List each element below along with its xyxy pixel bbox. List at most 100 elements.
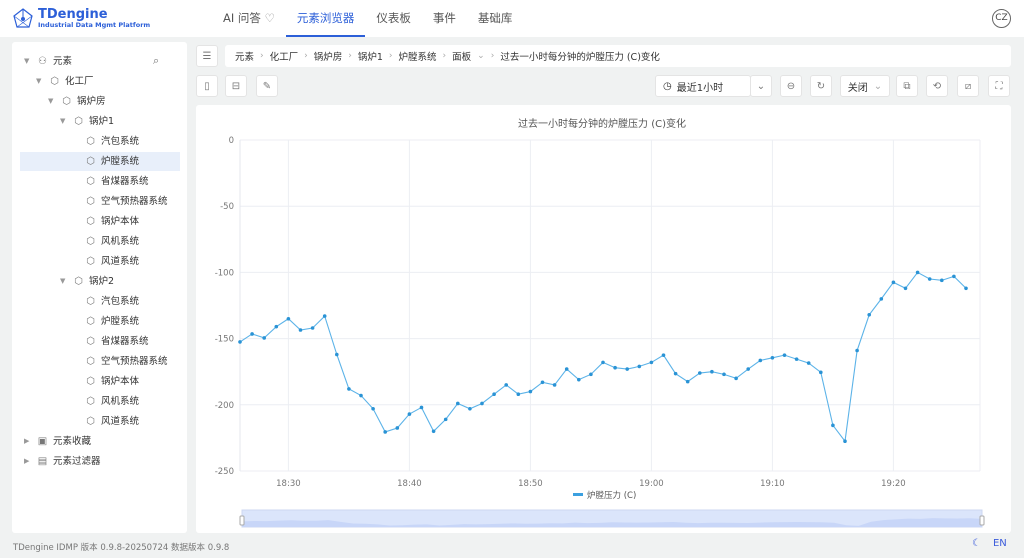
tree-item[interactable]: ⬡ 风道系统 — [85, 412, 139, 431]
breadcrumb-item[interactable]: 元素 — [235, 49, 254, 63]
data-point[interactable] — [806, 361, 811, 365]
tree-item[interactable]: ▼ ⬡ 锅炉2 — [60, 272, 114, 291]
notes-button[interactable]: ▯ — [196, 75, 218, 97]
user-avatar[interactable]: CZ — [992, 9, 1011, 28]
breadcrumb-item[interactable]: 锅炉1 — [358, 49, 383, 63]
data-zoom-slider[interactable] — [239, 509, 985, 528]
edit-button[interactable]: ✎ — [256, 75, 278, 97]
data-point[interactable] — [613, 365, 617, 370]
tree-item[interactable]: ⬡ 炉膛系统 — [85, 312, 139, 331]
data-point[interactable] — [480, 401, 484, 406]
search-icon[interactable]: ⌕ — [153, 54, 159, 68]
panel-button[interactable]: ⧉ — [896, 75, 918, 97]
data-point[interactable] — [419, 405, 424, 410]
data-point[interactable] — [661, 353, 666, 357]
dark-mode-icon[interactable]: ☾ — [972, 538, 981, 549]
data-point[interactable] — [649, 360, 654, 365]
breadcrumb-item[interactable]: 炉膛系统 — [399, 49, 437, 63]
data-point[interactable] — [335, 352, 339, 357]
data-point[interactable] — [407, 412, 412, 416]
data-point[interactable] — [431, 429, 436, 434]
tree-item[interactable]: ⬡ 汽包系统 — [85, 132, 139, 151]
data-point[interactable] — [371, 406, 375, 411]
data-point[interactable] — [492, 392, 496, 397]
breadcrumb-item[interactable]: 面板 — [452, 49, 471, 63]
data-point[interactable] — [698, 371, 702, 375]
data-point[interactable] — [540, 380, 545, 385]
legend[interactable]: 炉膛压力 (C) — [573, 490, 636, 501]
tree-favorites[interactable]: ▶ ▣ 元素收藏 — [24, 432, 91, 451]
data-point[interactable] — [552, 383, 557, 387]
data-point[interactable] — [794, 357, 799, 361]
tree-filters[interactable]: ▶ ▤ 元素过滤器 — [24, 452, 101, 471]
data-point[interactable] — [274, 324, 279, 329]
data-point[interactable] — [395, 426, 400, 430]
nav-ai-qa[interactable]: AI 问答 ♡ — [212, 0, 286, 37]
tree-item[interactable]: ▼ ⬡ 化工厂 — [36, 72, 94, 91]
data-point[interactable] — [250, 332, 254, 336]
fullscreen-button[interactable]: ⛶ — [988, 75, 1010, 97]
data-point[interactable] — [782, 353, 787, 357]
language-switch[interactable]: EN — [993, 538, 1007, 549]
data-zoom-handle-right[interactable] — [979, 515, 985, 526]
data-point[interactable] — [359, 393, 363, 398]
tree-root[interactable]: ▼ ⚇ 元素 — [24, 52, 174, 71]
time-range-dropdown[interactable]: ⌄ — [750, 75, 772, 97]
data-point[interactable] — [903, 286, 908, 291]
data-point[interactable] — [891, 280, 896, 285]
data-point[interactable] — [262, 336, 266, 340]
data-zoom-handle-left[interactable] — [239, 515, 245, 526]
data-point[interactable] — [940, 278, 944, 283]
data-point[interactable] — [322, 314, 327, 318]
tree-item[interactable]: ⬡ 空气预热器系统 — [85, 192, 167, 211]
data-point[interactable] — [685, 379, 690, 384]
data-point[interactable] — [915, 270, 920, 275]
data-point[interactable] — [734, 376, 738, 381]
data-point[interactable] — [855, 348, 859, 353]
data-point[interactable] — [456, 401, 460, 406]
data-point[interactable] — [722, 372, 726, 377]
data-point[interactable] — [927, 277, 932, 281]
data-point[interactable] — [831, 423, 835, 428]
data-point[interactable] — [564, 367, 569, 371]
data-point[interactable] — [468, 406, 472, 411]
data-point[interactable] — [577, 377, 581, 382]
nav-element-browser[interactable]: 元素浏览器 — [285, 0, 366, 37]
data-point[interactable] — [298, 328, 303, 332]
data-point[interactable] — [867, 312, 871, 317]
data-point[interactable] — [528, 389, 533, 394]
tree-item[interactable]: ⬡ 风机系统 — [85, 232, 139, 251]
breadcrumb-item[interactable]: 化工厂 — [270, 49, 299, 63]
tree-item[interactable]: ▼ ⬡ 锅炉房 — [48, 92, 106, 111]
zoom-out-button[interactable]: ⊖ — [780, 75, 802, 97]
edit-panel-button[interactable]: ⧄ — [957, 75, 979, 97]
data-point[interactable] — [952, 274, 956, 279]
tree-item[interactable]: ⬡ 空气预热器系统 — [85, 352, 167, 371]
tree-item[interactable]: ⬡ 锅炉本体 — [85, 212, 139, 231]
data-point[interactable] — [601, 360, 605, 365]
nav-library[interactable]: 基础库 — [467, 0, 524, 37]
data-point[interactable] — [843, 439, 847, 444]
data-point[interactable] — [758, 358, 763, 363]
data-point[interactable] — [347, 387, 351, 391]
tree-item[interactable]: ⬡ 风机系统 — [85, 392, 139, 411]
data-point[interactable] — [819, 370, 823, 375]
history-button[interactable]: ⟲ — [926, 75, 948, 97]
data-point[interactable] — [770, 355, 775, 360]
tree-item[interactable]: ⬡ 锅炉本体 — [85, 372, 139, 391]
data-point[interactable] — [710, 369, 714, 374]
time-range-picker[interactable]: ◷ 最近1小时 — [655, 75, 751, 97]
tree-item[interactable]: ⬡ 汽包系统 — [85, 292, 139, 311]
nav-events[interactable]: 事件 — [422, 0, 467, 37]
toggle-sidebar-button[interactable]: ☰ — [196, 45, 218, 67]
data-point[interactable] — [637, 364, 642, 369]
data-point[interactable] — [238, 340, 242, 344]
auto-refresh-select[interactable]: 关闭 ⌄ — [840, 75, 890, 97]
tree-item[interactable]: ⬡ 省煤器系统 — [85, 172, 148, 191]
refresh-button[interactable]: ↻ — [810, 75, 832, 97]
data-point[interactable] — [310, 326, 315, 330]
logo[interactable]: TDengine Industrial Data Mgmt Platform — [12, 7, 150, 29]
data-point[interactable] — [383, 430, 387, 434]
data-point[interactable] — [504, 383, 509, 387]
data-point[interactable] — [746, 367, 750, 371]
